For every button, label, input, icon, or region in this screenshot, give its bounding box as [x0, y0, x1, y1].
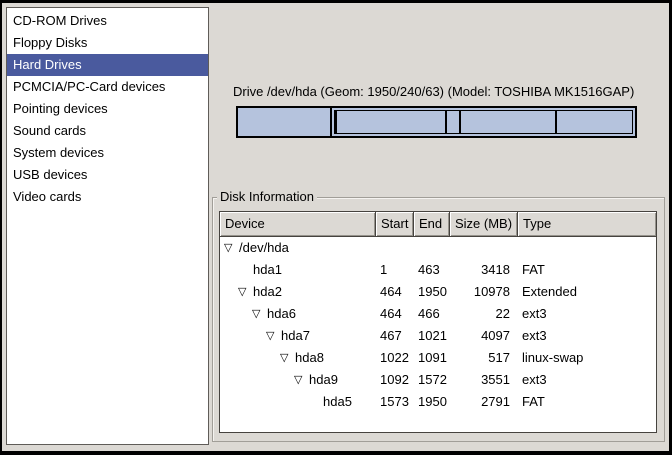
expander-open-icon[interactable]: ▽ [294, 369, 309, 391]
disk-row-dev-hda[interactable]: ▽/dev/hda [220, 237, 656, 259]
start-cell: 1573 [376, 391, 414, 413]
disk-table-header: Device Start End Size (MB) Type [220, 212, 656, 237]
tree-indent [224, 402, 308, 403]
sidebar-item-floppy-disks[interactable]: Floppy Disks [7, 32, 208, 54]
device-label: hda2 [253, 281, 282, 303]
device-cell: ▽hda9 [220, 369, 376, 391]
expander-open-icon[interactable]: ▽ [266, 325, 281, 347]
partition-segment-hda8 [447, 111, 461, 133]
size-cell: 4097 [450, 325, 518, 347]
disk-row-hda9[interactable]: ▽hda9109215723551ext3 [220, 369, 656, 391]
disk-information-frame-label: Disk Information [217, 189, 317, 205]
disk-row-hda6[interactable]: ▽hda646446622ext3 [220, 303, 656, 325]
partition-bar [236, 106, 637, 138]
device-cell: ▽hda8 [220, 347, 376, 369]
type-cell: FAT [518, 391, 656, 413]
end-cell: 1950 [414, 281, 450, 303]
type-cell: ext3 [518, 303, 656, 325]
column-header-size[interactable]: Size (MB) [450, 212, 518, 236]
type-cell: linux-swap [518, 347, 656, 369]
disk-table-body: ▽/dev/hdahda114633418FAT▽hda246419501097… [220, 237, 656, 413]
extended-partition-hda2 [334, 110, 633, 134]
tree-indent [224, 336, 266, 337]
start-cell: 464 [376, 303, 414, 325]
device-cell: hda1 [220, 259, 376, 281]
tree-indent [224, 380, 294, 381]
size-cell: 517 [450, 347, 518, 369]
sidebar-item-sound-cards[interactable]: Sound cards [7, 120, 208, 142]
sidebar-item-hard-drives[interactable]: Hard Drives [7, 54, 208, 76]
type-cell: ext3 [518, 325, 656, 347]
sidebar-item-cd-rom-drives[interactable]: CD-ROM Drives [7, 10, 208, 32]
device-label: /dev/hda [239, 237, 289, 259]
end-cell: 1091 [414, 347, 450, 369]
size-cell: 3418 [450, 259, 518, 281]
end-cell: 463 [414, 259, 450, 281]
size-cell [450, 237, 518, 259]
disk-row-hda1[interactable]: hda1 14633418FAT [220, 259, 656, 281]
device-label: hda9 [309, 369, 338, 391]
disk-information-frame: Disk Information Device Start End Size (… [212, 197, 665, 442]
expander-open-icon[interactable]: ▽ [252, 303, 267, 325]
partition-segment-hda9 [461, 111, 557, 133]
size-cell: 10978 [450, 281, 518, 303]
column-header-start[interactable]: Start [376, 212, 414, 236]
start-cell: 1 [376, 259, 414, 281]
expander-open-icon[interactable]: ▽ [238, 281, 253, 303]
device-category-list: CD-ROM DrivesFloppy DisksHard DrivesPCMC… [6, 7, 209, 445]
disk-table: Device Start End Size (MB) Type ▽/dev/hd… [219, 211, 657, 433]
type-cell: Extended [518, 281, 656, 303]
device-cell: ▽/dev/hda [220, 237, 376, 259]
size-cell: 2791 [450, 391, 518, 413]
device-cell: ▽hda7 [220, 325, 376, 347]
sidebar-item-pcmcia-pc-card-devices[interactable]: PCMCIA/PC-Card devices [7, 76, 208, 98]
sidebar-item-pointing-devices[interactable]: Pointing devices [7, 98, 208, 120]
disk-row-hda7[interactable]: ▽hda746710214097ext3 [220, 325, 656, 347]
tree-indent [224, 358, 280, 359]
type-cell: FAT [518, 259, 656, 281]
disk-row-hda8[interactable]: ▽hda810221091517linux-swap [220, 347, 656, 369]
disk-row-hda5[interactable]: hda5 157319502791FAT [220, 391, 656, 413]
end-cell: 466 [414, 303, 450, 325]
device-label: hda5 [323, 391, 352, 413]
device-cell: ▽hda6 [220, 303, 376, 325]
type-cell [518, 237, 656, 259]
end-cell: 1572 [414, 369, 450, 391]
column-header-device[interactable]: Device [220, 212, 376, 236]
end-cell: 1021 [414, 325, 450, 347]
size-cell: 22 [450, 303, 518, 325]
device-cell: hda5 [220, 391, 376, 413]
sidebar-item-system-devices[interactable]: System devices [7, 142, 208, 164]
start-cell [376, 237, 414, 259]
partition-segment-hda7 [337, 111, 447, 133]
end-cell: 1950 [414, 391, 450, 413]
tree-indent [224, 270, 238, 271]
size-cell: 3551 [450, 369, 518, 391]
device-label: hda1 [253, 259, 282, 281]
end-cell [414, 237, 450, 259]
device-cell: ▽hda2 [220, 281, 376, 303]
start-cell: 467 [376, 325, 414, 347]
drive-info-label: Drive /dev/hda (Geom: 1950/240/63) (Mode… [233, 84, 634, 99]
tree-indent [224, 314, 252, 315]
device-label: hda6 [267, 303, 296, 325]
expander-open-icon[interactable]: ▽ [280, 347, 295, 369]
expander-open-icon[interactable]: ▽ [224, 237, 239, 259]
column-header-end[interactable]: End [414, 212, 450, 236]
sidebar-item-usb-devices[interactable]: USB devices [7, 164, 208, 186]
hardware-browser-window: CD-ROM DrivesFloppy DisksHard DrivesPCMC… [0, 0, 672, 455]
start-cell: 464 [376, 281, 414, 303]
partition-segment-hda5 [557, 111, 632, 133]
device-label: hda7 [281, 325, 310, 347]
partition-segment-hda1 [238, 108, 332, 136]
device-label: hda8 [295, 347, 324, 369]
disk-row-hda2[interactable]: ▽hda2464195010978Extended [220, 281, 656, 303]
type-cell: ext3 [518, 369, 656, 391]
tree-indent [224, 292, 238, 293]
start-cell: 1092 [376, 369, 414, 391]
start-cell: 1022 [376, 347, 414, 369]
sidebar-item-video-cards[interactable]: Video cards [7, 186, 208, 208]
column-header-type[interactable]: Type [518, 212, 656, 236]
